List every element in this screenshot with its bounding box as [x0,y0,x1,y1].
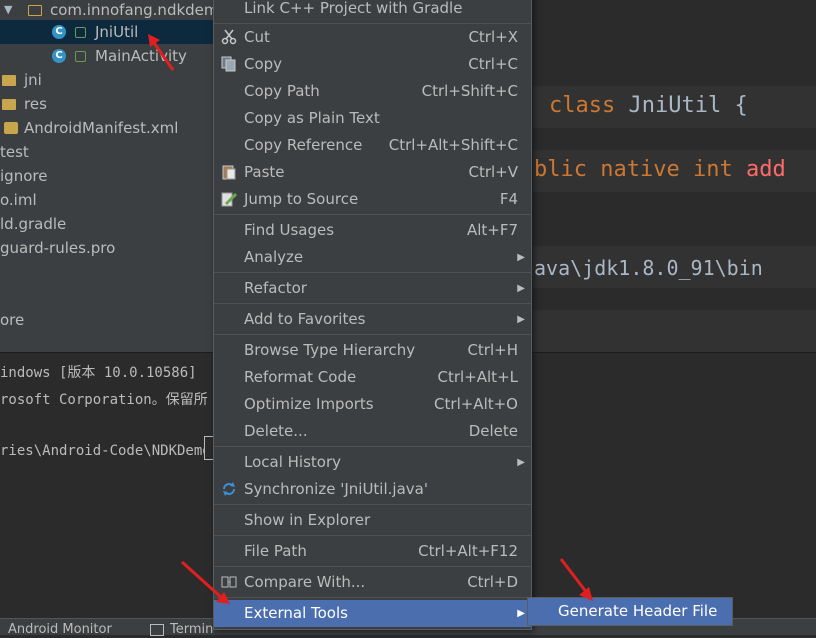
menu-separator [214,446,531,447]
menu-item-browse-type-hierarchy[interactable]: Browse Type Hierarchy Ctrl+H [214,337,531,364]
compare-icon [221,576,237,588]
menu-item-reformat-code[interactable]: Reformat Code Ctrl+Alt+L [214,364,531,391]
menu-item-optimize-imports[interactable]: Optimize Imports Ctrl+Alt+O [214,391,531,418]
class-icon: C [52,25,66,39]
code-line-class: class JniUtil { [549,93,748,118]
terminal-line: indows [版本 10.0.10586] [0,365,197,381]
menu-item-show-in-explorer[interactable]: Show in Explorer [214,507,531,534]
menu-item-copy-plain-text[interactable]: Copy as Plain Text [214,105,531,132]
submenu-arrow-icon: ▶ [517,608,525,619]
menu-separator [214,597,531,598]
lock-icon [75,51,86,62]
tree-item-jniutil[interactable]: C JniUtil [0,20,215,44]
edit-pencil-icon [221,192,237,207]
menu-item-copy-reference[interactable]: Copy Reference Ctrl+Alt+Shift+C [214,132,531,159]
submenu-item-generate-header-file[interactable]: Generate Header File [528,598,732,625]
menu-item-jump-to-source[interactable]: Jump to Source F4 [214,186,531,213]
menu-item-copy[interactable]: Copy Ctrl+C [214,51,531,78]
scissors-icon [221,29,237,45]
menu-item-cut[interactable]: Cut Ctrl+X [214,24,531,51]
menu-item-external-tools[interactable]: External Tools ▶ [214,600,531,627]
menu-separator [214,334,531,335]
menu-item-analyze[interactable]: Analyze ▶ [214,244,531,271]
menu-item-compare-with[interactable]: Compare With... Ctrl+D [214,569,531,596]
menu-item-find-usages[interactable]: Find Usages Alt+F7 [214,217,531,244]
manifest-file-icon [4,122,18,134]
tab-android-monitor[interactable]: Android Monitor [8,622,112,638]
menu-separator [214,214,531,215]
folder-icon [2,75,16,86]
menu-item-link-cpp[interactable]: Link C++ Project with Gradle [214,0,531,22]
menu-separator [214,566,531,567]
submenu-arrow-icon: ▶ [517,314,525,325]
code-line-native: blic native int add [534,157,786,182]
expand-triangle-icon[interactable]: ▼ [4,0,12,22]
menu-separator [214,272,531,273]
menu-item-local-history[interactable]: Local History ▶ [214,449,531,476]
lock-icon [75,27,86,38]
menu-item-copy-path[interactable]: Copy Path Ctrl+Shift+C [214,78,531,105]
menu-item-file-path[interactable]: File Path Ctrl+Alt+F12 [214,538,531,565]
menu-item-add-to-favorites[interactable]: Add to Favorites ▶ [214,306,531,333]
external-tools-submenu: Generate Header File [527,597,733,626]
folder-icon [2,99,16,110]
menu-separator [214,504,531,505]
menu-item-delete[interactable]: Delete... Delete [214,418,531,445]
menu-item-paste[interactable]: Paste Ctrl+V [214,159,531,186]
paste-icon [222,165,236,180]
submenu-arrow-icon: ▶ [517,283,525,294]
project-tree: ▼ com.innofang.ndkdem C JniUtil C MainAc… [0,0,215,352]
submenu-arrow-icon: ▶ [517,457,525,468]
class-icon: C [52,49,66,63]
menu-separator [214,535,531,536]
sync-icon [223,482,235,496]
menu-separator [214,303,531,304]
menu-item-synchronize[interactable]: Synchronize 'JniUtil.java' [214,476,531,503]
code-line-path: ava\jdk1.8.0_91\bin [534,256,763,280]
submenu-arrow-icon: ▶ [517,252,525,263]
terminal-prompt: ries\Android-Code\NDKDemo> [0,443,220,459]
context-menu: Link C++ Project with Gradle Cut Ctrl+X … [213,0,532,630]
menu-item-refactor[interactable]: Refactor ▶ [214,275,531,302]
tab-terminal[interactable]: Termin [150,622,213,638]
package-folder-icon [28,5,42,16]
terminal-line: rosoft Corporation。保留所 [0,392,208,408]
copy-icon [221,56,236,72]
